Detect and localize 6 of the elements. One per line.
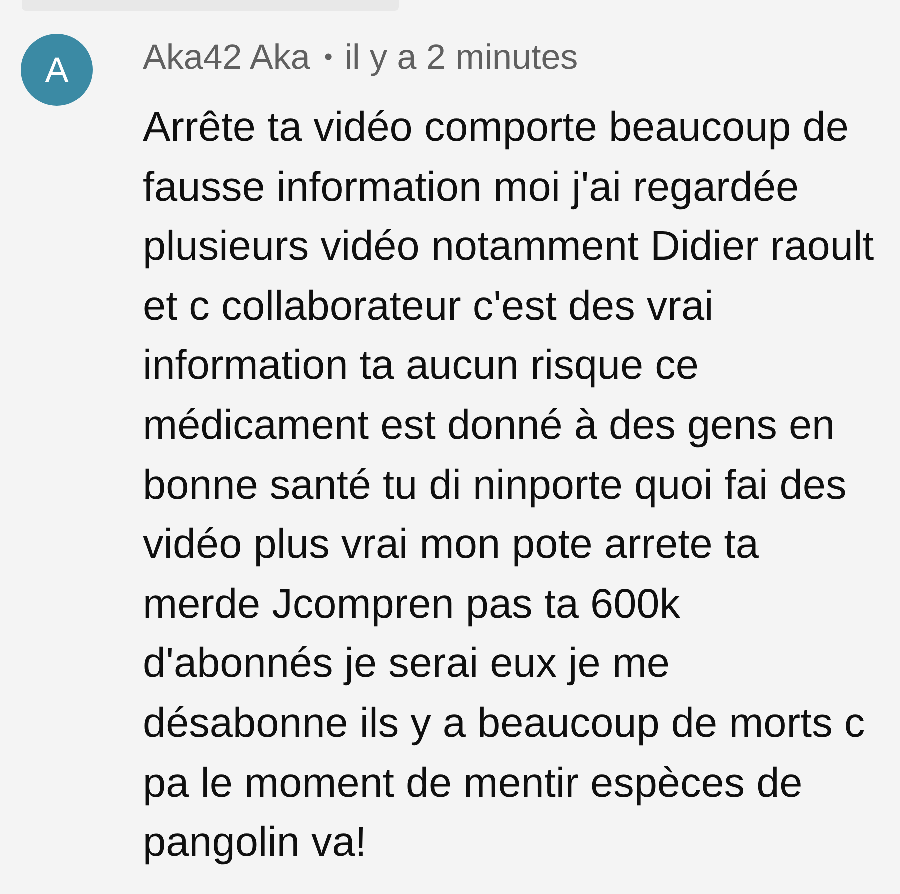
author-name[interactable]: Aka42 Aka (143, 38, 310, 78)
comment-text: Arrête ta vidéo comporte beaucoup de fausse information moi j'ai regardée plusieurs vidéo notamment Didier raoult et c collaborateur c'est des vrai information ta aucun risque ce médicament est donné à des gens en bonne santé tu di ninporte quoi fai des vidéo plus vrai mon pote arrete ta merde Jcompren pas ta 600k d'abonnés je serai eux je me désabonne ils y a beaucoup de morts c pa le moment de mentir espèces de pangolin va! (143, 102, 876, 868)
avatar[interactable]: A (21, 34, 93, 106)
comment-time: il y a 2 minutes (344, 38, 578, 78)
avatar-letter: A (45, 52, 69, 88)
separator-dot: • (324, 43, 333, 73)
